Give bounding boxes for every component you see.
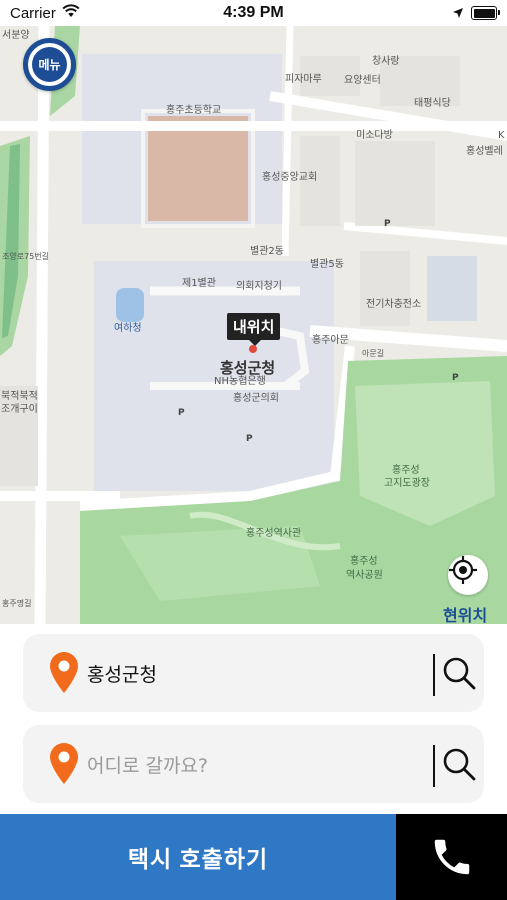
origin-search-icon[interactable] bbox=[442, 656, 476, 690]
phone-call-button[interactable] bbox=[396, 814, 507, 900]
phone-icon bbox=[434, 839, 469, 875]
destination-placeholder[interactable]: 어디로 갈까요? bbox=[87, 751, 208, 778]
clock: 4:39 PM bbox=[223, 4, 284, 21]
map-label-yeohacheong: 여하청 bbox=[114, 323, 142, 334]
origin-pin-icon bbox=[50, 652, 78, 693]
menu-button[interactable]: 메뉴 bbox=[23, 38, 76, 91]
bottom-actions: 택시 호출하기 bbox=[0, 814, 507, 900]
route-panel: 홍성군청 어디로 갈까요? bbox=[0, 624, 507, 814]
map-center-label: 홍성군청 bbox=[220, 359, 276, 377]
my-location-tag: 내위치 bbox=[227, 313, 281, 346]
field-divider bbox=[433, 745, 435, 787]
map-label-misodabang: 미소다방 bbox=[356, 130, 393, 141]
call-taxi-button[interactable]: 택시 호출하기 bbox=[0, 814, 396, 900]
map-view[interactable]: 서분양 피자마루 창사랑 요양센터 태평식당 홍주초등학교 미소다방 K 홍성벨… bbox=[0, 26, 507, 624]
map-label-k: K bbox=[498, 130, 505, 141]
map-label-annex1: 제1별관 bbox=[182, 278, 216, 289]
map-label-nursing: 요양센터 bbox=[344, 75, 381, 86]
map-label-hongseongbel: 홍성벨레 bbox=[466, 146, 503, 157]
map-label-annex5: 별관5동 bbox=[310, 259, 344, 270]
map-label-church: 홍성중앙교회 bbox=[262, 172, 318, 183]
current-location-button[interactable] bbox=[448, 555, 488, 595]
map-label-pizza: 피자마루 bbox=[285, 74, 322, 85]
crosshair-icon bbox=[449, 556, 477, 584]
map-label-taepyeong: 태평식당 bbox=[414, 98, 451, 109]
origin-field[interactable]: 홍성군청 bbox=[23, 634, 484, 712]
parking-icon: P bbox=[384, 219, 391, 229]
current-location-label[interactable]: 현위치 bbox=[443, 602, 487, 624]
field-divider bbox=[433, 654, 435, 696]
destination-search-icon[interactable] bbox=[442, 747, 476, 781]
map-label-history-park2: 역사공원 bbox=[346, 570, 383, 581]
destination-pin-icon bbox=[50, 743, 78, 784]
map-label-gojido2: 고지도광장 bbox=[384, 478, 430, 489]
menu-label: 메뉴 bbox=[32, 47, 67, 82]
map-label-history-park: 홍주성 bbox=[350, 556, 378, 567]
map-label-seobunyang: 서분양 bbox=[2, 30, 30, 41]
map-label-history-hall: 홍주성역사관 bbox=[246, 528, 302, 539]
map-label-gun-council: 홍성군의회 bbox=[233, 393, 279, 404]
destination-field[interactable]: 어디로 갈까요? bbox=[23, 725, 484, 803]
map-label-jogaeguyi: 조개구이 bbox=[1, 404, 38, 415]
map-label-hongju-school: 홍주초등학교 bbox=[166, 105, 222, 116]
map-label-ev-station: 전기차충전소 bbox=[366, 299, 422, 310]
map-label-road-east: 아문길 bbox=[362, 349, 385, 358]
battery-icon bbox=[471, 6, 500, 20]
map-label-hongjuamun: 홍주아문 bbox=[312, 335, 349, 346]
location-services-icon bbox=[452, 6, 464, 24]
my-location-marker bbox=[249, 345, 257, 353]
map-label-council-office: 의회지청기 bbox=[236, 281, 282, 292]
status-bar: Carrier 4:39 PM bbox=[0, 0, 507, 26]
parking-icon: P bbox=[452, 373, 459, 383]
parking-icon: P bbox=[178, 408, 185, 418]
origin-value[interactable]: 홍성군청 bbox=[87, 660, 157, 687]
map-label-road: 조양로75번길 bbox=[2, 252, 49, 261]
parking-icon: P bbox=[246, 434, 253, 444]
map-label-jomyeong: 홍주명길 bbox=[2, 599, 32, 608]
map-label-annex2: 별관2동 bbox=[250, 246, 284, 257]
map-label-changsarang: 창사랑 bbox=[372, 56, 400, 67]
